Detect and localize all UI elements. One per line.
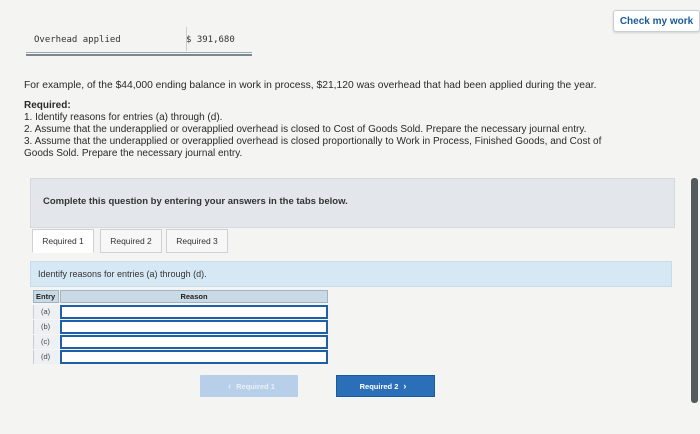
table-row: (d)	[33, 350, 328, 364]
overhead-applied-label: Overhead applied	[34, 35, 121, 45]
prev-required-label: Required 1	[236, 381, 275, 391]
instruction-bar: Identify reasons for entries (a) through…	[30, 261, 672, 287]
prev-required-button[interactable]: ‹ Required 1	[200, 375, 298, 397]
required-heading: Required:	[24, 100, 71, 111]
requirements-list: 1. Identify reasons for entries (a) thro…	[24, 112, 674, 160]
tab-required-3[interactable]: Required 3	[166, 229, 228, 253]
tab-required-2[interactable]: Required 2	[100, 229, 162, 253]
entry-label: (c)	[33, 335, 59, 349]
overhead-applied-row: Overhead applied $ 391,680	[28, 30, 250, 52]
column-header-reason: Reason	[60, 290, 328, 303]
entry-label: (a)	[33, 305, 59, 319]
chevron-right-icon: ›	[403, 381, 407, 391]
instruction-text: Identify reasons for entries (a) through…	[38, 269, 207, 279]
entry-label: (b)	[33, 320, 59, 334]
complete-question-text: Complete this question by entering your …	[43, 196, 348, 207]
check-my-work-button[interactable]: Check my work	[613, 10, 700, 32]
chevron-left-icon: ‹	[228, 381, 232, 391]
next-required-button[interactable]: Required 2 ›	[336, 375, 435, 397]
tab-required-1[interactable]: Required 1	[32, 229, 94, 253]
requirement-3: 3. Assume that the underapplied or overa…	[24, 136, 602, 147]
example-text: For example, of the $44,000 ending balan…	[24, 80, 597, 91]
reason-input[interactable]	[60, 335, 328, 349]
scrollbar[interactable]	[691, 178, 698, 403]
requirement-1: 1. Identify reasons for entries (a) thro…	[24, 112, 223, 123]
table-row: (b)	[33, 320, 328, 334]
reason-input[interactable]	[60, 320, 328, 334]
divider	[186, 27, 187, 51]
table-header: Entry Reason	[33, 290, 328, 303]
table-row: (a)	[33, 305, 328, 319]
overhead-applied-value: $ 391,680	[186, 35, 235, 45]
requirement-3-cont: Goods Sold. Prepare the necessary journa…	[24, 148, 243, 159]
total-underline	[26, 54, 252, 56]
entry-label: (d)	[33, 350, 59, 364]
column-header-entry: Entry	[33, 290, 59, 303]
reason-input[interactable]	[60, 350, 328, 364]
table-row: (c)	[33, 335, 328, 349]
next-required-label: Required 2	[359, 381, 399, 391]
reason-input[interactable]	[60, 305, 328, 319]
requirement-2: 2. Assume that the underapplied or overa…	[24, 124, 587, 135]
divider	[26, 52, 252, 53]
instructions-panel: Complete this question by entering your …	[30, 178, 675, 228]
